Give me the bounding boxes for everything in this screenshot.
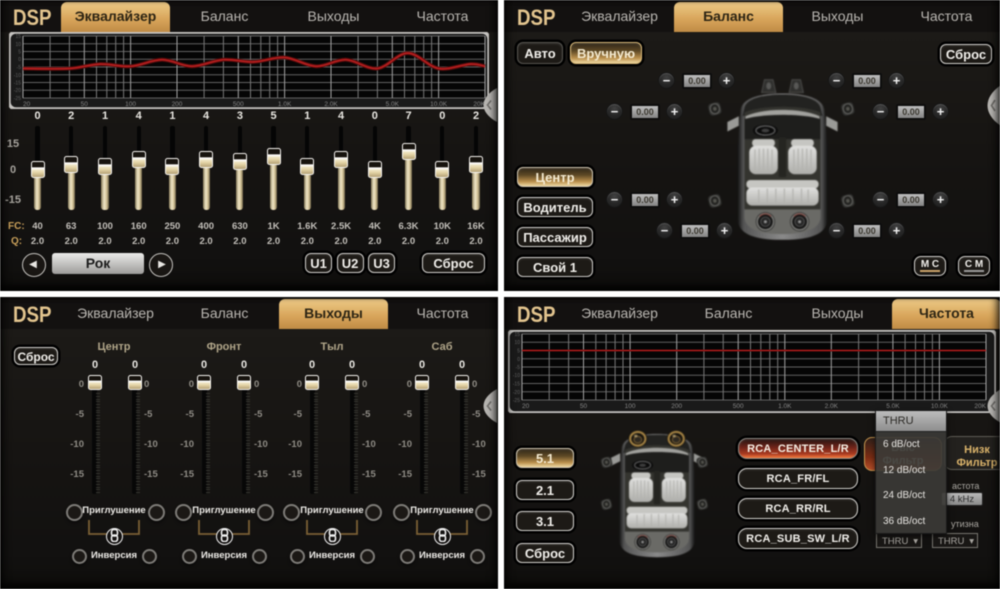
svg-text:2.0K: 2.0K [324,101,338,108]
svg-text:5.0K: 5.0K [886,403,900,410]
svg-text:-5: -5 [17,65,22,71]
svg-text:-10: -10 [513,373,520,379]
svg-text:10.0K: 10.0K [931,403,949,410]
svg-text:10.0K: 10.0K [430,101,448,108]
svg-text:-25: -25 [513,398,520,404]
svg-text:50: 50 [580,403,588,410]
svg-text:200: 200 [671,403,682,410]
svg-text:50: 50 [81,101,89,108]
svg-text:15: 15 [514,332,520,338]
svg-text:500: 500 [733,403,744,410]
svg-text:500: 500 [233,101,244,108]
svg-text:15: 15 [15,34,21,40]
svg-text:0: 0 [18,57,21,63]
svg-text:-5: -5 [516,365,521,371]
svg-text:-15: -15 [14,81,21,87]
svg-text:20: 20 [23,101,31,108]
svg-text:20: 20 [522,403,530,410]
svg-text:1.0K: 1.0K [278,101,292,108]
svg-text:100: 100 [125,101,136,108]
svg-text:5.0K: 5.0K [386,101,400,108]
svg-text:1.0K: 1.0K [778,403,792,410]
svg-text:2.0K: 2.0K [825,403,839,410]
svg-text:5: 5 [517,349,520,355]
svg-text:-20: -20 [14,88,21,94]
svg-text:0: 0 [517,357,520,363]
svg-text:200: 200 [172,101,183,108]
svg-text:10: 10 [15,42,21,48]
svg-text:10: 10 [514,340,520,346]
svg-text:100: 100 [625,403,636,410]
svg-text:5: 5 [18,50,21,56]
svg-text:-20: -20 [513,390,520,396]
svg-text:20K: 20K [974,403,986,410]
svg-text:-10: -10 [14,73,21,79]
svg-text:-15: -15 [513,382,520,388]
svg-text:-25: -25 [14,96,21,102]
